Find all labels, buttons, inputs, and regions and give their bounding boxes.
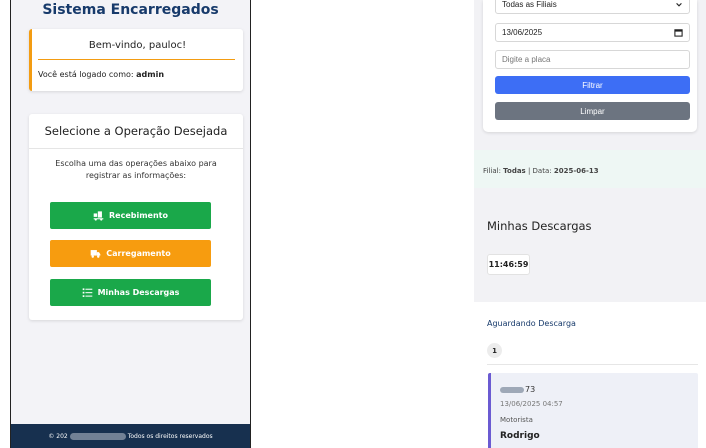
right-panel: Todas as Filiais 13/06/2025 Digite a pla… <box>474 0 706 448</box>
entry-name: Rodrigo <box>500 431 540 441</box>
branch-select-value: Todas as Filiais <box>502 0 557 9</box>
footer-suffix: Todos os direitos reservados <box>127 432 213 440</box>
filter-card: Todas as Filiais 13/06/2025 Digite a pla… <box>483 0 697 132</box>
waiting-entry[interactable]: 73 13/06/2025 04:57 Motorista Rodrigo <box>488 373 698 448</box>
calendar-icon[interactable] <box>674 28 683 37</box>
chevron-down-icon <box>676 2 682 7</box>
operations-description: Escolha uma das operações abaixo para re… <box>55 159 217 180</box>
entry-plate-suffix: 73 <box>525 385 536 394</box>
branch-select[interactable]: Todas as Filiais <box>495 0 690 14</box>
operations-title: Selecione a Operação Desejada <box>44 124 228 138</box>
section-title: Minhas Descargas <box>487 219 592 233</box>
filter-info-text: Filial: Todas | Data: 2025-06-13 <box>483 167 599 175</box>
welcome-divider <box>38 59 235 60</box>
redacted-text <box>69 432 126 440</box>
left-panel: Sistema Encarregados Bem-vindo, pauloc! … <box>10 0 251 448</box>
carregamento-button[interactable]: Carregamento <box>50 240 211 267</box>
clock: 11:46:59 <box>487 254 530 275</box>
truck-loading-icon <box>93 211 104 221</box>
branch-value: Todas <box>503 167 526 175</box>
waiting-title: Aguardando Descarga <box>487 319 576 328</box>
plate-input-placeholder: Digite a placa <box>502 55 551 64</box>
app-title: Sistema Encarregados <box>42 2 219 18</box>
date-input-value: 13/06/2025 <box>502 28 543 37</box>
carregamento-label: Carregamento <box>106 249 171 258</box>
footer-prefix: © 202 <box>48 432 68 440</box>
minhas-descargas-label: Minhas Descargas <box>97 288 180 297</box>
waiting-count-badge: 1 <box>487 343 502 358</box>
redacted-plate <box>500 386 524 393</box>
welcome-title: Bem-vindo, pauloc! <box>88 40 187 51</box>
list-icon <box>82 288 92 297</box>
filter-info-strip: Filial: Todas | Data: 2025-06-13 <box>474 150 706 188</box>
logged-prefix: Você está logado como: <box>38 70 137 79</box>
branch-label: Filial: <box>483 167 504 175</box>
operations-card: Selecione a Operação Desejada Escolha um… <box>29 114 243 320</box>
filter-button[interactable]: Filtrar <box>495 76 690 94</box>
date-input[interactable]: 13/06/2025 <box>495 23 690 42</box>
recebimento-label: Recebimento <box>109 211 168 220</box>
waiting-section: Aguardando Descarga 1 73 13/06/2025 04:5… <box>474 302 706 448</box>
welcome-card: Bem-vindo, pauloc! Você está logado como… <box>29 29 243 91</box>
recebimento-button[interactable]: Recebimento <box>50 202 211 229</box>
truck-icon <box>90 250 101 258</box>
date-value: 2025-06-13 <box>553 167 599 175</box>
entry-plate: 73 <box>500 385 535 394</box>
date-label: | Data: <box>525 167 554 175</box>
logged-role: admin <box>136 70 165 79</box>
plate-input[interactable]: Digite a placa <box>495 50 690 69</box>
footer: © 202 Todos os direitos reservados <box>11 424 250 448</box>
minhas-descargas-button[interactable]: Minhas Descargas <box>50 279 211 306</box>
operations-divider <box>29 148 243 149</box>
clear-button[interactable]: Limpar <box>495 102 690 120</box>
entry-role: Motorista <box>500 416 533 424</box>
entry-datetime: 13/06/2025 04:57 <box>500 400 563 408</box>
waiting-divider <box>487 364 698 365</box>
logged-user-text: Você está logado como: admin <box>38 70 164 79</box>
